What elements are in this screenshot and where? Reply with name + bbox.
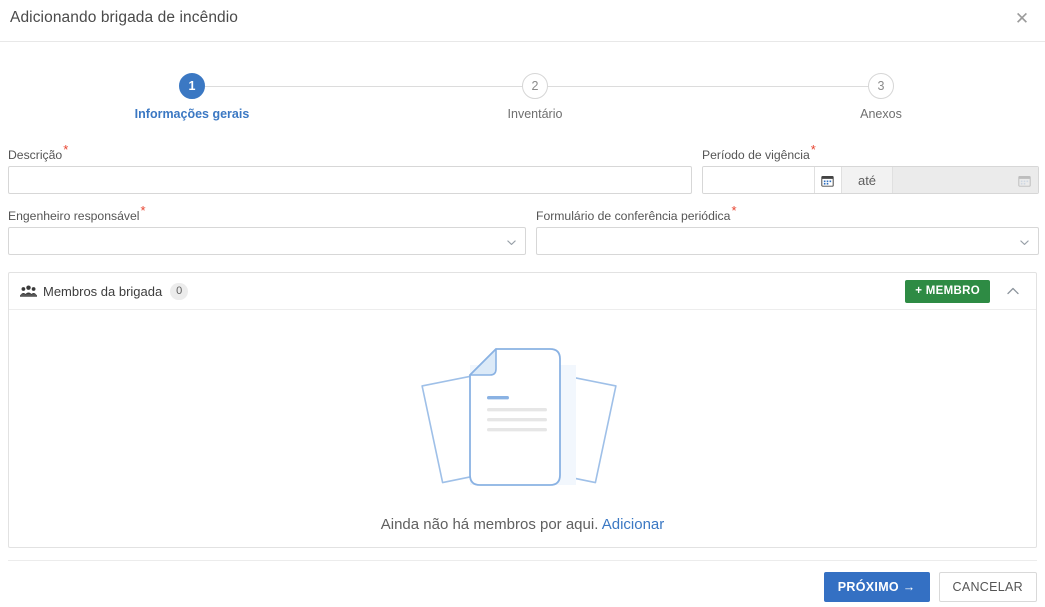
step-label: Anexos: [860, 107, 902, 121]
required-marker: *: [140, 202, 146, 218]
engenheiro-select[interactable]: [8, 227, 526, 255]
cancel-button[interactable]: CANCELAR: [938, 572, 1037, 602]
required-marker: *: [810, 141, 816, 157]
form-row-1: Descrição* Período de vigência* até: [8, 143, 1039, 196]
page-title: Adicionando brigada de incêndio: [10, 9, 239, 26]
chevron-down-icon: [506, 235, 517, 246]
descricao-input[interactable]: [8, 166, 692, 194]
field-formulario-conferencia: Formulário de conferência periódica*: [536, 204, 1039, 255]
dialog-header: Adicionando brigada de incêndio ✕: [0, 0, 1045, 42]
step-label: Informações gerais: [134, 107, 250, 121]
empty-documents-illustration: [408, 335, 638, 500]
chevron-down-icon: [1019, 235, 1030, 246]
empty-state-message-text: Ainda não há membros por aqui.: [380, 516, 599, 533]
periodo-vigencia-label: Período de vigência*: [702, 143, 1039, 162]
periodo-fim-input[interactable]: [893, 167, 1011, 193]
group-people-icon: [20, 285, 37, 298]
calendar-icon[interactable]: [814, 167, 842, 193]
required-marker: *: [731, 202, 737, 218]
members-panel-title-text: Membros da brigada: [43, 284, 163, 299]
add-fire-brigade-dialog: Adicionando brigada de incêndio ✕ 1 Info…: [0, 0, 1045, 607]
stepper-connector-2-3: [548, 86, 881, 87]
calendar-icon[interactable]: [1010, 167, 1038, 193]
dialog-footer: PRÓXIMO → CANCELAR: [823, 572, 1037, 602]
step-number-badge: 3: [868, 73, 894, 99]
date-range-separator-label: até: [841, 167, 894, 193]
form-row-2: Engenheiro responsável* Formulário de co…: [8, 204, 1039, 257]
date-range-group: até: [702, 166, 1039, 194]
descricao-label-text: Descrição: [8, 148, 63, 162]
footer-divider: [8, 560, 1037, 561]
periodo-inicio-input[interactable]: [703, 167, 814, 193]
required-marker: *: [63, 141, 69, 157]
step-label: Inventário: [507, 107, 563, 121]
stepper-step-inventario[interactable]: 2 Inventário: [445, 73, 625, 121]
descricao-label: Descrição*: [8, 143, 692, 162]
members-panel-title: Membros da brigada 0: [20, 283, 189, 300]
empty-state-message: Ainda não há membros por aqui. Adicionar: [381, 516, 665, 533]
stepper-step-anexos[interactable]: 3 Anexos: [791, 73, 971, 121]
stepper-connector-1-2: [205, 86, 535, 87]
engenheiro-label: Engenheiro responsável*: [8, 204, 526, 223]
field-descricao: Descrição*: [8, 143, 692, 194]
stepper-step-informacoes-gerais[interactable]: 1 Informações gerais: [102, 73, 282, 121]
members-count-badge: 0: [170, 283, 189, 300]
engenheiro-label-text: Engenheiro responsável: [8, 209, 140, 223]
form-area: Descrição* Período de vigência* até Enge…: [8, 143, 1039, 257]
next-button[interactable]: PRÓXIMO →: [823, 572, 930, 602]
members-panel-header: Membros da brigada 0 + MEMBRO: [9, 273, 1036, 310]
field-engenheiro-responsavel: Engenheiro responsável*: [8, 204, 526, 255]
stepper: 1 Informações gerais 2 Inventário 3 Anex…: [12, 73, 1033, 123]
add-member-button[interactable]: + MEMBRO: [905, 280, 990, 303]
members-panel: Membros da brigada 0 + MEMBRO Ainda não …: [8, 272, 1037, 548]
formulario-conferencia-label-text: Formulário de conferência periódica: [536, 209, 731, 223]
empty-state-add-link[interactable]: Adicionar: [602, 516, 665, 533]
step-number-badge: 1: [179, 73, 205, 99]
field-periodo-vigencia: Período de vigência* até: [702, 143, 1039, 194]
step-number-badge: 2: [522, 73, 548, 99]
formulario-conferencia-label: Formulário de conferência periódica*: [536, 204, 1039, 223]
chevron-up-icon[interactable]: [1004, 282, 1024, 302]
formulario-conferencia-select[interactable]: [536, 227, 1039, 255]
periodo-vigencia-label-text: Período de vigência: [702, 148, 810, 162]
members-empty-state: Ainda não há membros por aqui. Adicionar: [9, 310, 1036, 547]
close-icon[interactable]: ✕: [1011, 8, 1033, 30]
